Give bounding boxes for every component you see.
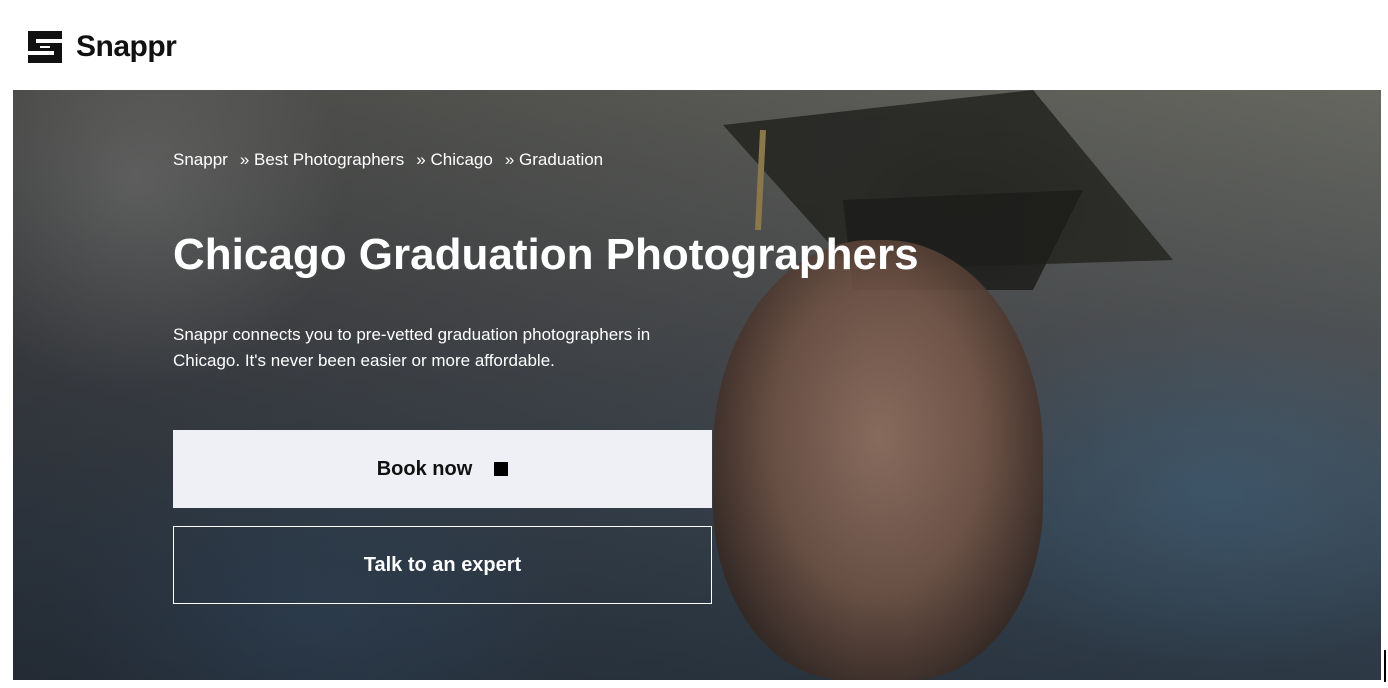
- book-now-label: Book now: [376, 457, 473, 480]
- breadcrumb-snappr[interactable]: Snappr: [173, 150, 228, 170]
- brand-name: Snappr: [76, 30, 177, 63]
- breadcrumb-chicago[interactable]: » Chicago: [416, 150, 493, 170]
- site-header: Snappr: [0, 0, 1388, 90]
- talk-to-expert-button[interactable]: Talk to an expert: [173, 526, 712, 604]
- snappr-logo[interactable]: Snappr: [26, 28, 177, 66]
- breadcrumb-graduation[interactable]: » Graduation: [505, 150, 603, 170]
- book-now-button[interactable]: Book now: [173, 430, 712, 508]
- talk-to-expert-label: Talk to an expert: [363, 553, 522, 576]
- breadcrumb: Snappr » Best Photographers » Chicago » …: [173, 150, 603, 170]
- hero-section: Snappr » Best Photographers » Chicago » …: [13, 90, 1381, 680]
- breadcrumb-best-photographers[interactable]: » Best Photographers: [240, 150, 404, 170]
- hero-description: Snappr connects you to pre-vetted gradua…: [173, 325, 651, 370]
- snappr-logo-icon: [28, 31, 62, 63]
- text-cursor-icon: [1384, 650, 1386, 682]
- page-title: Chicago Graduation Photographers: [173, 230, 919, 279]
- square-icon: [494, 462, 509, 476]
